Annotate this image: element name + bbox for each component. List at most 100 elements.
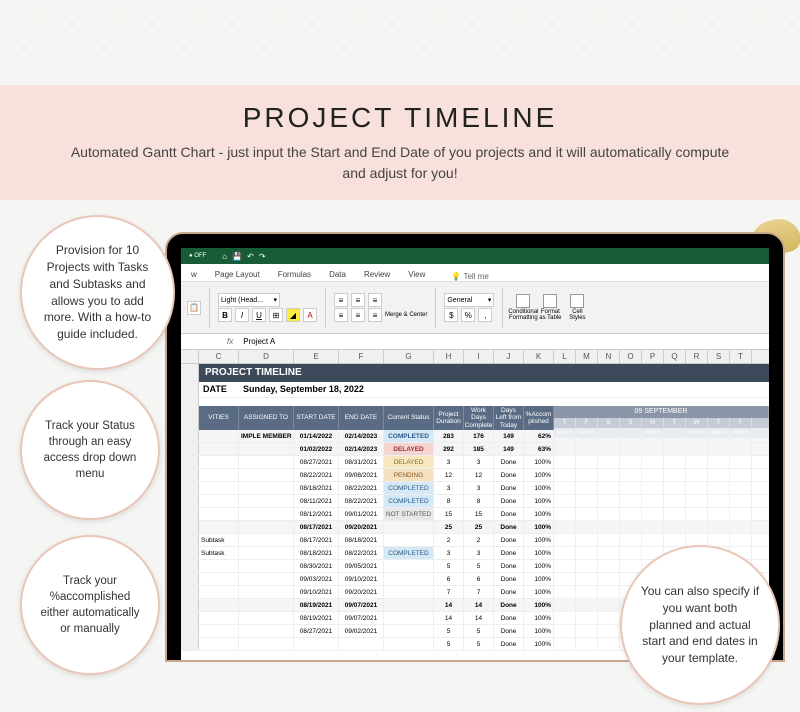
column-header[interactable]: C xyxy=(199,350,239,363)
ribbon-tab-formulas[interactable]: Formulas xyxy=(276,268,313,281)
gantt-cell[interactable] xyxy=(730,534,752,547)
table-row[interactable]: 08/18/202108/22/2021COMPLETED33Done100% xyxy=(181,482,769,495)
gantt-cell[interactable] xyxy=(620,547,642,560)
cell-dur[interactable]: 15 xyxy=(434,508,464,520)
gantt-cell[interactable] xyxy=(620,560,642,573)
gantt-cell[interactable] xyxy=(620,443,642,456)
gantt-cell[interactable] xyxy=(598,586,620,599)
cell-act[interactable] xyxy=(199,430,239,442)
gantt-cell[interactable] xyxy=(598,443,620,456)
gantt-cell[interactable] xyxy=(576,625,598,638)
cell-assigned[interactable] xyxy=(239,625,294,637)
cell-dur[interactable]: 14 xyxy=(434,599,464,611)
cell-ac[interactable]: 100% xyxy=(524,456,554,468)
gantt-cell[interactable] xyxy=(708,443,730,456)
cell-dl[interactable]: Done xyxy=(494,521,524,533)
gantt-cell[interactable] xyxy=(708,456,730,469)
cell-act[interactable] xyxy=(199,612,239,624)
comma-button[interactable]: , xyxy=(478,308,492,322)
row-header[interactable] xyxy=(181,534,199,546)
gantt-cell[interactable] xyxy=(598,573,620,586)
cell-assigned[interactable] xyxy=(239,586,294,598)
gantt-cell[interactable] xyxy=(576,638,598,651)
row-header[interactable] xyxy=(181,547,199,559)
cell-assigned[interactable] xyxy=(239,443,294,455)
cell-dur[interactable]: 14 xyxy=(434,612,464,624)
gantt-cell[interactable] xyxy=(576,508,598,521)
cell-dl[interactable]: Done xyxy=(494,495,524,507)
autosave-toggle[interactable]: ● OFF xyxy=(189,253,206,259)
cell-act[interactable] xyxy=(199,625,239,637)
cell-assigned[interactable] xyxy=(239,599,294,611)
cell-dur[interactable]: 12 xyxy=(434,469,464,481)
cell-assigned[interactable] xyxy=(239,521,294,533)
cell-end[interactable]: 08/31/2021 xyxy=(339,456,384,468)
column-header[interactable]: J xyxy=(494,350,524,363)
gantt-cell[interactable] xyxy=(576,521,598,534)
column-header[interactable]: N xyxy=(598,350,620,363)
cell-status[interactable]: COMPLETED xyxy=(384,430,434,442)
save-icon[interactable]: 💾 xyxy=(232,252,242,261)
cell-assigned[interactable] xyxy=(239,560,294,572)
cell-end[interactable]: 09/20/2021 xyxy=(339,586,384,598)
cell-wd[interactable]: 3 xyxy=(464,456,494,468)
cell-act[interactable] xyxy=(199,599,239,611)
cell-ac[interactable]: 100% xyxy=(524,508,554,520)
cell-dur[interactable]: 7 xyxy=(434,586,464,598)
row-header[interactable] xyxy=(181,599,199,611)
gantt-cell[interactable] xyxy=(554,495,576,508)
cell-assigned[interactable] xyxy=(239,469,294,481)
cell-wd[interactable]: 176 xyxy=(464,430,494,442)
cell-dl[interactable]: Done xyxy=(494,573,524,585)
cell-status[interactable] xyxy=(384,573,434,585)
gantt-cell[interactable] xyxy=(576,456,598,469)
cell-act[interactable] xyxy=(199,456,239,468)
align-top-button[interactable]: ≡ xyxy=(334,293,348,307)
cell-dur[interactable]: 283 xyxy=(434,430,464,442)
cell-dl[interactable]: Done xyxy=(494,456,524,468)
gantt-cell[interactable] xyxy=(598,547,620,560)
gantt-cell[interactable] xyxy=(576,534,598,547)
table-row[interactable]: 08/17/202109/20/20212525Done100% xyxy=(181,521,769,534)
gantt-cell[interactable] xyxy=(708,495,730,508)
row-header[interactable] xyxy=(181,638,199,650)
gantt-cell[interactable] xyxy=(576,443,598,456)
gantt-cell[interactable] xyxy=(620,521,642,534)
cell-act[interactable] xyxy=(199,573,239,585)
cell-wd[interactable]: 7 xyxy=(464,586,494,598)
gantt-cell[interactable] xyxy=(664,456,686,469)
cell-start[interactable]: 08/27/2021 xyxy=(294,456,339,468)
merge-button[interactable]: Merge & Center xyxy=(385,312,427,318)
gantt-cell[interactable] xyxy=(730,495,752,508)
align-mid-button[interactable]: ≡ xyxy=(351,293,365,307)
font-color-button[interactable]: A xyxy=(303,308,317,322)
th-status[interactable]: Current Status xyxy=(384,406,434,430)
row-header[interactable] xyxy=(181,625,199,637)
gantt-cell[interactable] xyxy=(598,482,620,495)
gantt-cell[interactable] xyxy=(686,482,708,495)
cell-end[interactable]: 09/05/2021 xyxy=(339,560,384,572)
cell-dur[interactable]: 6 xyxy=(434,573,464,585)
cell-act[interactable]: Subtask xyxy=(199,547,239,559)
cell-dl[interactable]: 149 xyxy=(494,443,524,455)
column-header[interactable]: D xyxy=(239,350,294,363)
cell-end[interactable]: 09/07/2021 xyxy=(339,612,384,624)
column-header[interactable]: H xyxy=(434,350,464,363)
cell-ac[interactable]: 62% xyxy=(524,430,554,442)
th-workdays[interactable]: Work Days Complete xyxy=(464,406,494,430)
gantt-cell[interactable] xyxy=(554,599,576,612)
th-end[interactable]: END DATE xyxy=(339,406,384,430)
gantt-cell[interactable] xyxy=(686,521,708,534)
cell-end[interactable]: 09/02/2021 xyxy=(339,625,384,637)
gantt-cell[interactable] xyxy=(576,495,598,508)
gantt-cell[interactable] xyxy=(620,508,642,521)
cell-dl[interactable]: Done xyxy=(494,560,524,572)
th-daysleft[interactable]: Days Left from Today xyxy=(494,406,524,430)
cell-start[interactable]: 08/11/2021 xyxy=(294,495,339,507)
cell-status[interactable]: COMPLETED xyxy=(384,482,434,494)
gantt-cell[interactable] xyxy=(598,560,620,573)
column-header[interactable]: E xyxy=(294,350,339,363)
cell-assigned[interactable] xyxy=(239,547,294,559)
cell-act[interactable] xyxy=(199,638,239,650)
cell-start[interactable]: 08/19/2021 xyxy=(294,612,339,624)
